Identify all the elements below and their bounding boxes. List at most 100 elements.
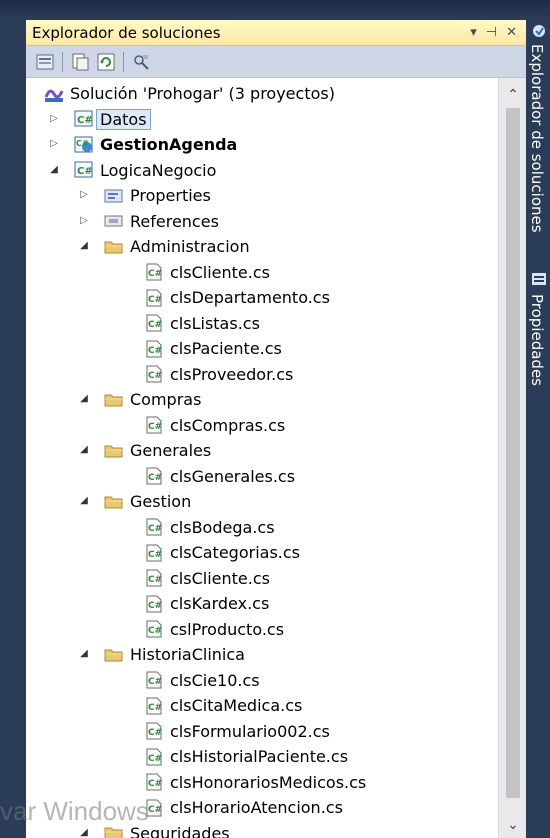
tree-item[interactable]: C# clsGenerales.cs <box>144 464 295 489</box>
tree-item[interactable]: C# clsDepartamento.cs <box>144 285 330 310</box>
tree-item[interactable]: C# clsBodega.cs <box>144 515 275 540</box>
tree-item[interactable]: C# clsCompras.cs <box>144 413 285 438</box>
tree-item[interactable]: C# clsCliente.cs <box>144 566 270 591</box>
solution-explorer-panel: Explorador de soluciones ▾ ⊣ ✕ Solución … <box>26 20 526 838</box>
svg-text:C#: C# <box>148 269 162 279</box>
svg-text:C#: C# <box>148 575 162 585</box>
csharp-file-icon: C# <box>144 595 164 613</box>
collapsed-arrow-icon[interactable]: ▷ <box>48 138 60 149</box>
csharp-project-icon: C# <box>74 110 94 128</box>
scroll-thumb[interactable] <box>506 108 520 798</box>
class-diagram-icon[interactable] <box>130 51 152 73</box>
tree-item-label: Administracion <box>130 237 250 256</box>
vertical-scrollbar[interactable]: ⌃ ⌄ <box>498 78 526 838</box>
tree-item-label: clsPaciente.cs <box>170 339 282 358</box>
csharp-file-icon: C# <box>144 722 164 740</box>
expanded-arrow-icon[interactable]: ◢ <box>78 827 90 838</box>
toolbar-separator <box>123 51 124 72</box>
window-frame-top <box>0 0 550 20</box>
tree-item[interactable]: C# clsHonorariosMedicos.cs <box>144 770 366 795</box>
csharp-file-icon: C# <box>144 748 164 766</box>
explorer-toolbar <box>26 46 526 78</box>
tree-item-label: Seguridades <box>130 823 230 838</box>
csharp-file-icon: C# <box>144 365 164 383</box>
tab-properties[interactable]: Propiedades <box>528 294 546 386</box>
close-icon[interactable]: ✕ <box>506 25 517 40</box>
solution-tree[interactable]: Solución 'Prohogar' (3 proyectos) ▷ C# Dato… <box>26 78 498 838</box>
pin-icon[interactable]: ⊣ <box>486 25 497 40</box>
tree-item[interactable]: C# cslProducto.cs <box>144 617 284 642</box>
tree-item-label: clsHistorialPaciente.cs <box>170 747 349 766</box>
tree-item[interactable]: C# clsHistorialPaciente.cs <box>144 744 348 769</box>
svg-text:C#: C# <box>148 473 162 483</box>
expanded-arrow-icon[interactable]: ◢ <box>78 393 90 404</box>
tree-item-label: clsFormulario002.cs <box>170 721 330 741</box>
show-all-files-icon[interactable] <box>69 51 91 73</box>
dropdown-icon[interactable]: ▾ <box>470 25 477 40</box>
expanded-arrow-icon[interactable]: ◢ <box>78 495 90 506</box>
tree-item-label: Generales <box>130 441 212 460</box>
tree-item[interactable]: C# clsListas.cs <box>144 311 260 336</box>
tree-item[interactable]: Gestion <box>104 489 191 514</box>
csharp-file-icon: C# <box>144 263 164 281</box>
svg-text:C#: C# <box>148 524 162 534</box>
tree-item[interactable]: C# LogicaNegocio <box>74 158 216 183</box>
tree-item[interactable]: C# clsFormulario002.cs <box>144 719 330 744</box>
solution-icon <box>44 85 64 103</box>
tree-item[interactable]: C# clsCliente.cs <box>144 260 270 285</box>
expanded-arrow-icon[interactable]: ◢ <box>78 444 90 455</box>
expanded-arrow-icon[interactable]: ◢ <box>48 164 60 175</box>
tree-item-label: clsCompras.cs <box>170 415 286 435</box>
tree-item[interactable]: C# clsPaciente.cs <box>144 336 282 361</box>
csharp-file-icon: C# <box>144 314 164 332</box>
csharp-project-icon: C# <box>74 161 94 179</box>
tree-item-label: cslProducto.cs <box>170 619 285 639</box>
svg-text:C#: C# <box>148 371 162 381</box>
tree-item-label: Datos <box>96 108 151 130</box>
tree-item[interactable]: HistoriaClinica <box>104 642 245 667</box>
tree-item[interactable]: C# clsProveedor.cs <box>144 362 293 387</box>
panel-titlebar[interactable]: Explorador de soluciones ▾ ⊣ ✕ <box>26 20 526 46</box>
tree-item[interactable]: Generales <box>104 438 211 463</box>
tree-item[interactable]: C# clsCie10.cs <box>144 668 260 693</box>
solution-explorer-tab-icon <box>533 25 545 37</box>
tree-item-label: HistoriaClinica <box>130 645 245 664</box>
expanded-arrow-icon[interactable]: ◢ <box>78 240 90 251</box>
tree-item[interactable]: C# clsCitaMedica.cs <box>144 693 302 718</box>
csharp-file-icon: C# <box>144 289 164 307</box>
collapsed-arrow-icon[interactable]: ▷ <box>78 189 90 200</box>
expanded-arrow-icon[interactable]: ◢ <box>78 648 90 659</box>
svg-text:C#: C# <box>148 346 162 356</box>
svg-text:C#: C# <box>148 677 162 687</box>
tree-item[interactable]: C# clsCategorias.cs <box>144 540 300 565</box>
tree-item[interactable]: C# GestionAgenda <box>74 132 237 157</box>
tree-item[interactable]: Properties <box>104 183 211 208</box>
tree-item-label: Solución 'Prohogar' (3 proyectos) <box>70 84 335 103</box>
collapsed-arrow-icon[interactable]: ▷ <box>78 215 90 226</box>
scroll-up-icon[interactable]: ⌃ <box>499 84 526 106</box>
tree-item[interactable]: Solución 'Prohogar' (3 proyectos) <box>44 81 335 106</box>
tree-item[interactable]: Compras <box>104 387 201 412</box>
tree-item[interactable]: Administracion <box>104 234 250 259</box>
refresh-icon[interactable] <box>95 51 117 73</box>
scroll-down-icon[interactable]: ⌄ <box>499 814 526 836</box>
tree-item-label: clsHonorariosMedicos.cs <box>170 772 367 792</box>
tree-item-label: clsCie10.cs <box>170 670 260 690</box>
tree-item[interactable]: References <box>104 209 219 234</box>
references-icon <box>104 212 124 230</box>
tree-item[interactable]: C# Datos <box>74 107 151 132</box>
tab-solution-explorer[interactable]: Explorador de soluciones <box>528 44 546 233</box>
csharp-file-icon: C# <box>144 773 164 791</box>
svg-text:C#: C# <box>148 601 162 611</box>
svg-text:C#: C# <box>76 139 89 148</box>
tree-item[interactable]: C# clsHorarioAtencion.cs <box>144 795 343 820</box>
tree-item-label: GestionAgenda <box>100 135 238 154</box>
tree-item[interactable]: C# clsKardex.cs <box>144 591 269 616</box>
folder-icon <box>104 442 124 460</box>
properties-button-icon[interactable] <box>34 51 56 73</box>
tree-item[interactable]: Seguridades <box>104 821 230 838</box>
collapsed-arrow-icon[interactable]: ▷ <box>48 113 60 124</box>
tree-item-label: Properties <box>130 186 211 205</box>
svg-text:C#: C# <box>148 422 162 432</box>
svg-text:C#: C# <box>148 295 162 305</box>
